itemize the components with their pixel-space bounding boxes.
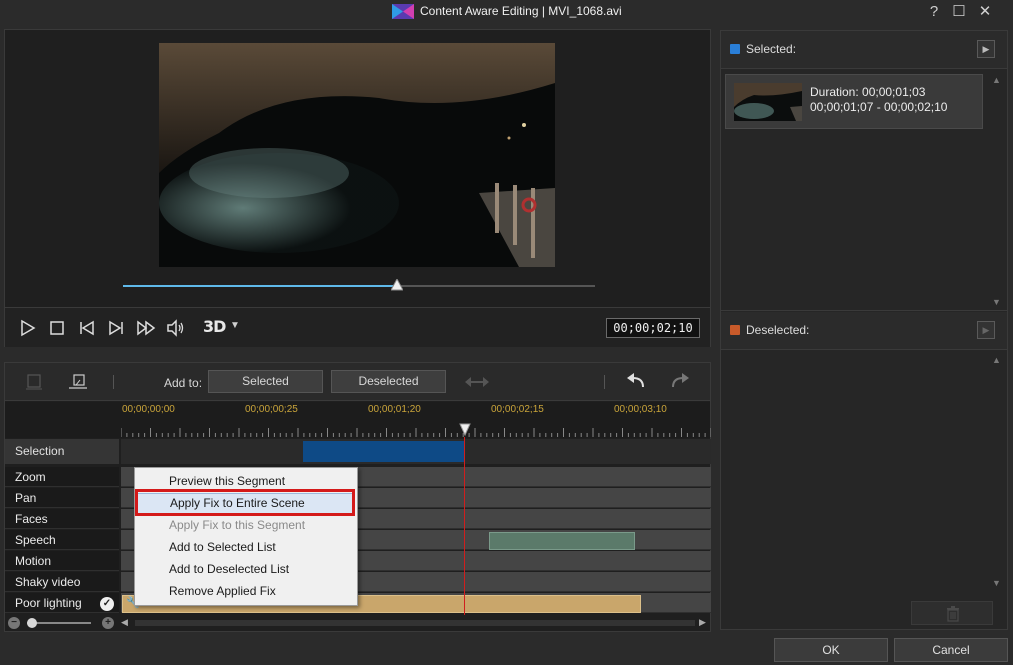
maximize-button[interactable]: ☐ <box>949 3 969 21</box>
playback-controls: 3D ▼ 00;00;02;10 <box>5 307 710 347</box>
zoom-slider-thumb[interactable] <box>27 618 37 628</box>
ruler-tick-label: 00;00;00;25 <box>245 404 298 415</box>
zoom-in-icon[interactable]: + <box>102 617 114 629</box>
selected-label: Selected: <box>746 42 797 56</box>
ruler-tick-label: 00;00;00;00 <box>122 404 175 415</box>
track-label-selection: Selection <box>5 439 119 464</box>
track-label-speech: Speech <box>5 530 119 550</box>
horizontal-scrollbar[interactable]: ◀ ▶ <box>121 617 711 628</box>
previous-frame-icon[interactable] <box>77 318 97 338</box>
ok-button[interactable]: OK <box>774 638 888 662</box>
deselected-label: Deselected: <box>746 323 810 337</box>
track-label-faces: Faces <box>5 509 119 529</box>
delete-button[interactable] <box>911 601 993 625</box>
next-frame-icon[interactable] <box>106 318 126 338</box>
volume-icon[interactable] <box>165 318 185 338</box>
app-logo-icon <box>392 4 414 19</box>
mark-in-icon[interactable] <box>23 372 45 392</box>
stop-icon[interactable] <box>47 318 67 338</box>
selected-list: Duration: 00;00;01;03 00;00;01;07 - 00;0… <box>721 69 1007 311</box>
scrollbar-track[interactable] <box>135 620 695 626</box>
seek-thumb[interactable] <box>390 279 403 291</box>
add-to-deselected-button[interactable]: Deselected <box>331 370 446 393</box>
menu-item-remove-applied-fix[interactable]: Remove Applied Fix <box>137 581 355 602</box>
scroll-down-icon[interactable]: ▼ <box>992 578 1001 588</box>
speech-segment[interactable] <box>489 532 635 550</box>
clip-duration: Duration: 00;00;01;03 <box>810 85 926 99</box>
track-label-zoom: Zoom <box>5 467 119 487</box>
context-menu: Preview this Segment Apply Fix to Entire… <box>134 467 358 606</box>
selected-header: Selected: ▶ <box>721 31 1007 69</box>
zoom-out-icon[interactable]: − <box>8 617 20 629</box>
deselected-color-icon <box>730 325 740 335</box>
seek-bar-progress <box>123 285 397 287</box>
mark-out-icon[interactable] <box>67 372 89 392</box>
trash-icon <box>947 606 959 622</box>
play-deselected-button[interactable]: ▶ <box>977 321 995 339</box>
track-label-motion: Motion <box>5 551 119 571</box>
timeline-zoom-bar: − + ◀ ▶ <box>5 615 710 631</box>
scroll-up-icon[interactable]: ▲ <box>992 355 1001 365</box>
selected-range-block[interactable] <box>303 441 465 462</box>
scroll-up-icon[interactable]: ▲ <box>992 75 1001 85</box>
toolbar-divider <box>113 375 114 389</box>
deselected-header: Deselected: ▶ <box>721 312 1007 350</box>
seek-bar[interactable] <box>123 279 595 291</box>
cancel-button[interactable]: Cancel <box>894 638 1008 662</box>
checkmark-icon[interactable]: ✓ <box>100 597 114 611</box>
track-label-shaky-video: Shaky video <box>5 572 119 592</box>
timeline-toolbar: Add to: Selected Deselected <box>5 363 710 401</box>
track-label-pan: Pan <box>5 488 119 508</box>
fit-timeline-icon[interactable] <box>463 372 491 392</box>
ruler-tick-label: 00;00;03;10 <box>614 404 667 415</box>
menu-item-add-to-selected[interactable]: Add to Selected List <box>137 537 355 558</box>
ruler-tick-label: 00;00;01;20 <box>368 404 421 415</box>
3d-mode-label: 3D <box>203 317 226 336</box>
help-button[interactable]: ? <box>924 3 944 21</box>
scroll-left-icon[interactable]: ◀ <box>121 617 128 628</box>
clip-range: 00;00;01;07 - 00;00;02;10 <box>810 100 948 114</box>
playhead-handle[interactable] <box>459 423 471 437</box>
highlight-annotation <box>135 489 355 516</box>
title-bar: Content Aware Editing | MVI_1068.avi ? ☐… <box>0 0 1013 26</box>
play-selected-button[interactable]: ▶ <box>977 40 995 58</box>
timeline-ruler[interactable]: 00;00;00;00 00;00;00;25 00;00;01;20 00;0… <box>5 402 711 438</box>
list-item[interactable]: Duration: 00;00;01;03 00;00;01;07 - 00;0… <box>725 74 983 129</box>
close-button[interactable]: ✕ <box>975 3 995 21</box>
clip-thumbnail <box>734 83 802 121</box>
menu-item-add-to-deselected[interactable]: Add to Deselected List <box>137 559 355 580</box>
redo-icon[interactable] <box>669 372 691 392</box>
scroll-right-icon[interactable]: ▶ <box>699 617 706 628</box>
timecode-display: 00;00;02;10 <box>606 318 700 338</box>
ruler-ticks <box>121 428 711 437</box>
add-to-selected-button[interactable]: Selected <box>208 370 323 393</box>
undo-icon[interactable] <box>625 372 647 392</box>
preview-panel: 3D ▼ 00;00;02;10 <box>4 29 711 347</box>
video-preview <box>159 43 555 267</box>
play-icon[interactable] <box>17 318 37 338</box>
3d-mode-button[interactable]: 3D <box>203 317 226 336</box>
toolbar-divider <box>604 375 605 389</box>
selected-color-icon <box>730 44 740 54</box>
window-title: Content Aware Editing | MVI_1068.avi <box>420 4 622 18</box>
chevron-down-icon[interactable]: ▼ <box>230 320 240 331</box>
ruler-tick-label: 00;00;02;15 <box>491 404 544 415</box>
fast-forward-icon[interactable] <box>136 318 156 338</box>
selection-lists-panel: Selected: ▶ Duration: 00;00;01;03 00;00;… <box>720 30 1008 630</box>
scroll-down-icon[interactable]: ▼ <box>992 297 1001 307</box>
menu-item-apply-fix-segment[interactable]: Apply Fix to this Segment <box>137 515 355 536</box>
add-to-label: Add to: <box>164 376 203 390</box>
playhead-line <box>464 437 465 615</box>
